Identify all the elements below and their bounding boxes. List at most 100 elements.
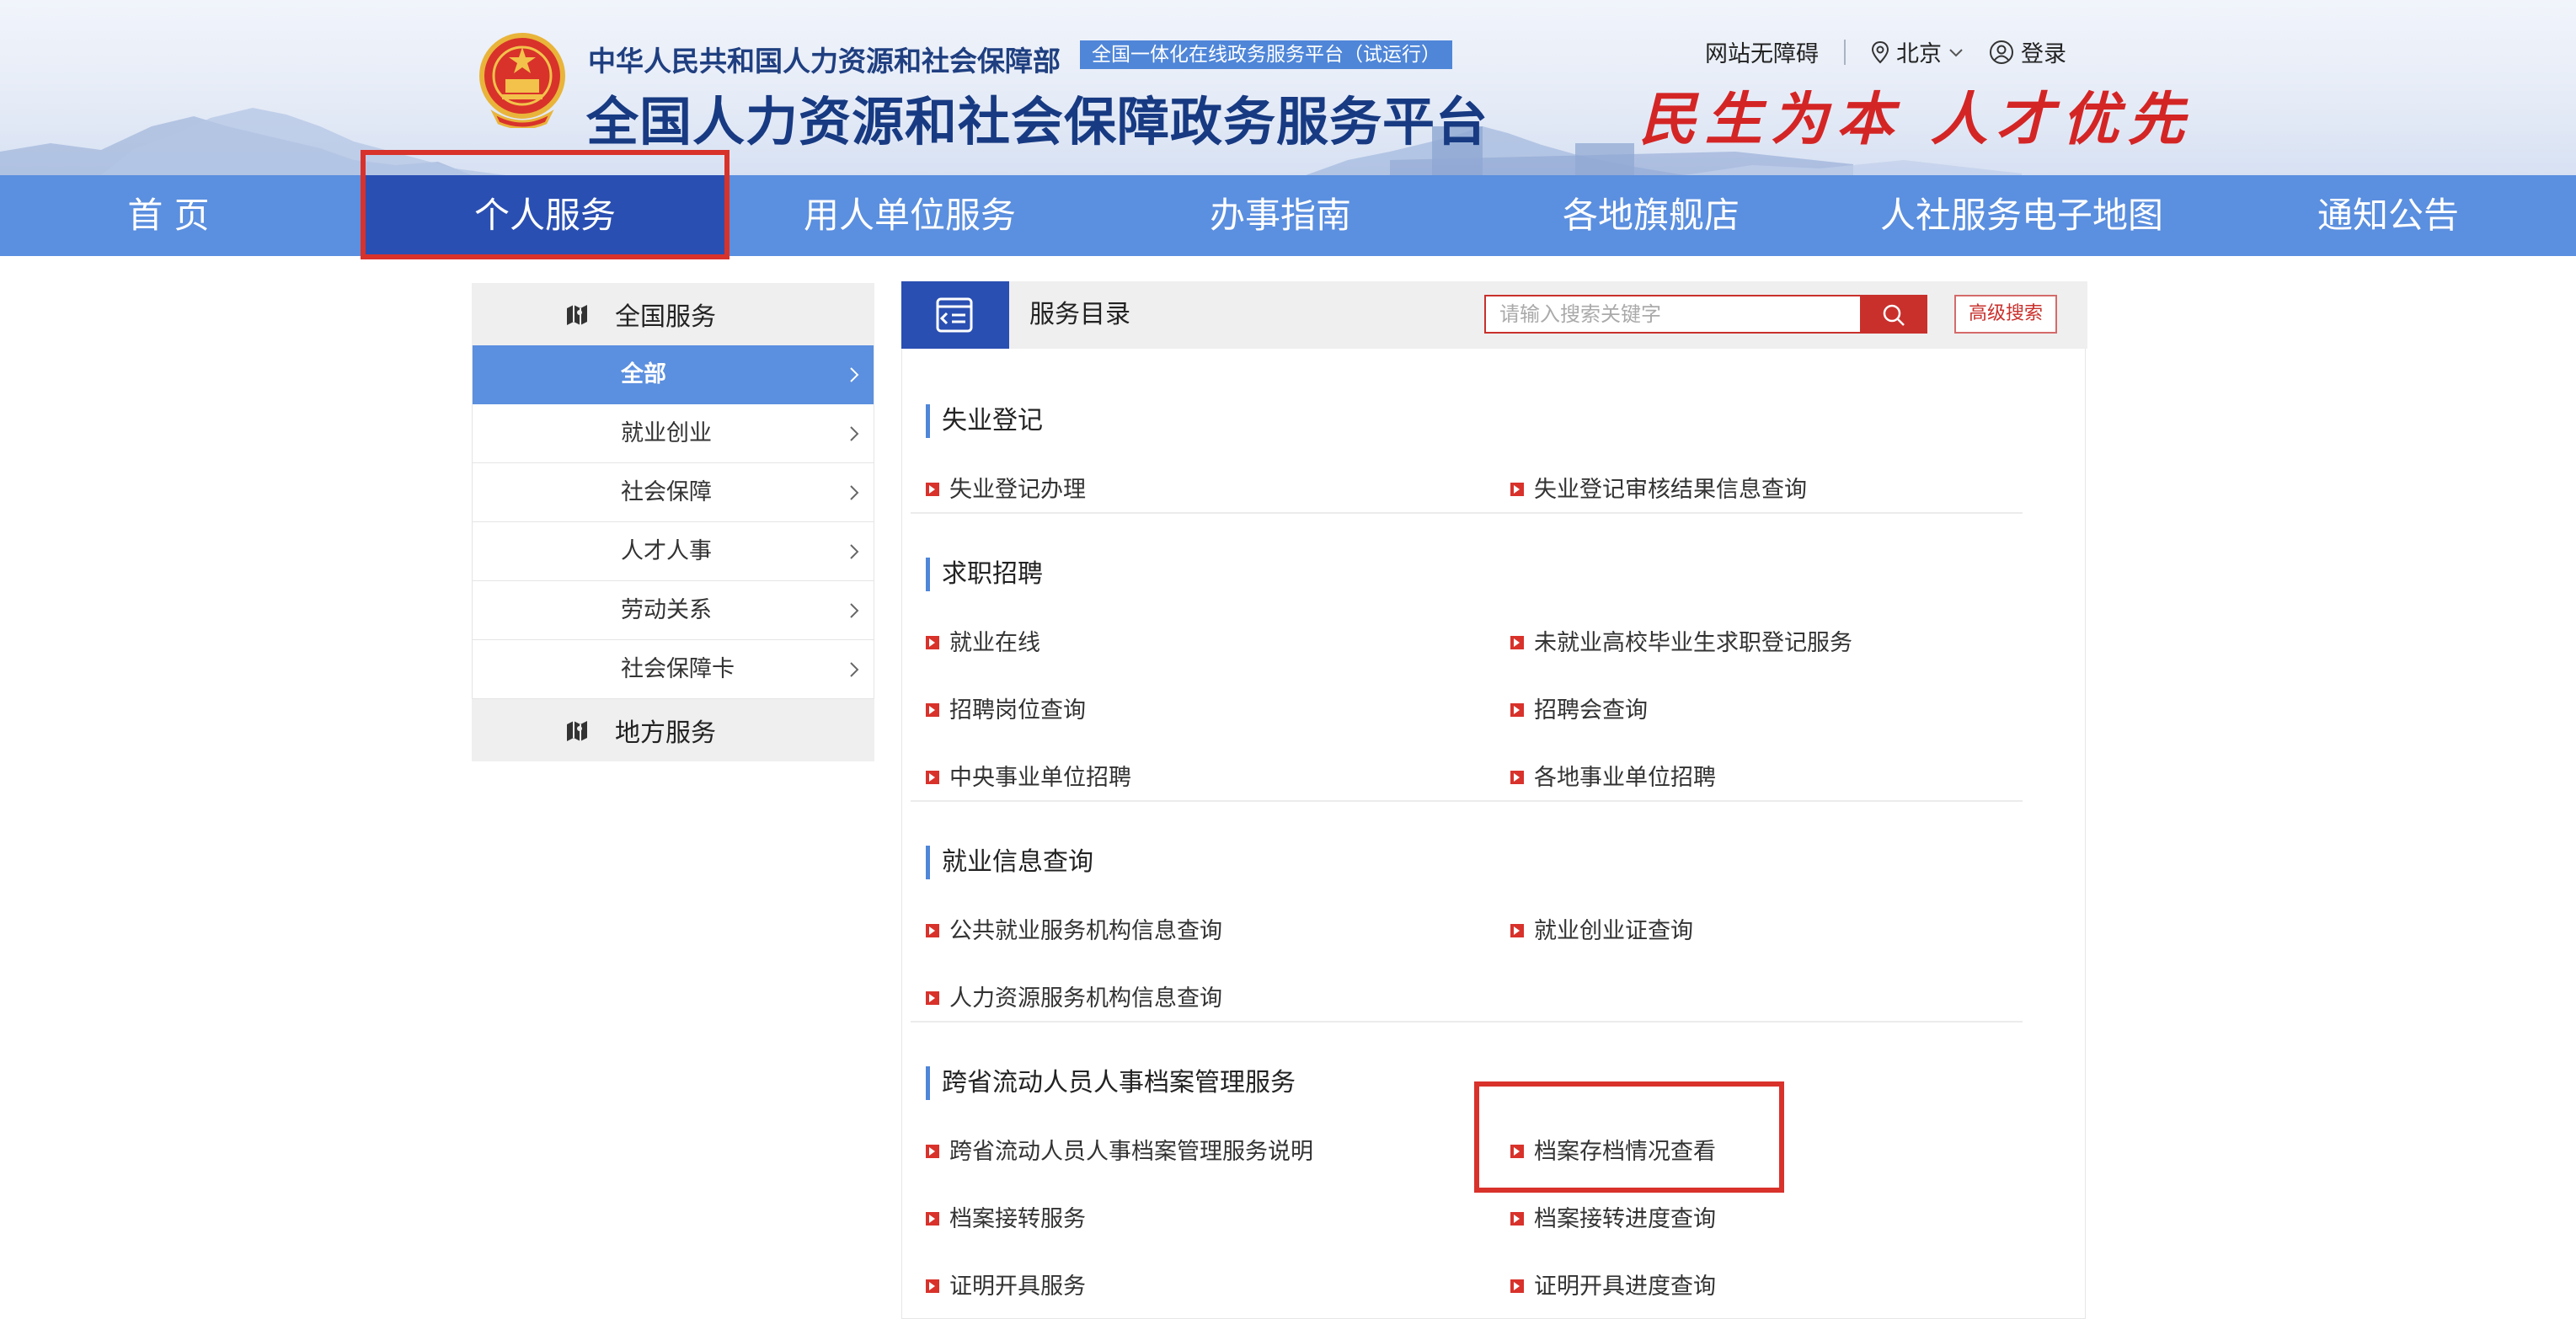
service-link[interactable]: 人力资源服务机构信息查询: [926, 982, 1222, 1016]
login-link[interactable]: 登录: [1989, 35, 2066, 68]
arrow-bullet-icon: [1510, 1145, 1524, 1158]
sidebar-national-label: 全国服务: [615, 302, 716, 332]
accessibility-link[interactable]: 网站无障碍: [1705, 35, 1819, 68]
map-icon: [567, 305, 587, 325]
main-navigation: 首 页 个人服务 用人单位服务 办事指南 各地旗舰店 人社服务电子地图 通知公告: [0, 175, 2576, 256]
platform-badge: 全国一体化在线政务服务平台（试运行）: [1080, 40, 1452, 69]
arrow-bullet-icon: [1510, 703, 1524, 717]
sidebar-item-talent-hr[interactable]: 人才人事: [473, 522, 874, 581]
map-icon: [567, 721, 587, 741]
divider: [1844, 39, 1846, 65]
section-divider: [911, 1021, 2023, 1023]
location-pin-icon: [1871, 40, 1889, 63]
sidebar-local-services-header[interactable]: 地方服务: [472, 699, 874, 761]
section-divider: [911, 512, 2023, 514]
service-link-label: 跨省流动人员人事档案管理服务说明: [949, 1139, 1313, 1165]
search-button[interactable]: [1860, 295, 1927, 334]
service-link-label: 失业登记审核结果信息查询: [1534, 477, 1807, 503]
section-title-personnel-archives: 跨省流动人员人事档案管理服务: [926, 1066, 1296, 1100]
chevron-right-icon: [850, 426, 859, 441]
service-catalog-panel: 服务目录 高级搜索 失业登记 失业登记办理 失业登记审核结果信息查询 求职招聘 …: [901, 281, 2087, 1319]
catalog-list-icon: [936, 297, 973, 333]
nav-item-home[interactable]: 首 页: [84, 175, 253, 256]
catalog-title: 服务目录: [1029, 300, 1130, 329]
service-link[interactable]: 未就业高校毕业生求职登记服务: [1510, 627, 1852, 660]
service-link[interactable]: 跨省流动人员人事档案管理服务说明: [926, 1135, 1313, 1169]
sidebar-item-social-security-card[interactable]: 社会保障卡: [473, 640, 874, 699]
service-link-archive-status[interactable]: 档案存档情况查看: [1510, 1135, 1716, 1169]
sidebar-item-label: 就业创业: [621, 420, 712, 446]
service-link[interactable]: 证明开具进度查询: [1510, 1270, 1716, 1304]
service-link-label: 公共就业服务机构信息查询: [949, 918, 1222, 944]
service-link-label: 招聘岗位查询: [949, 697, 1086, 724]
arrow-bullet-icon: [926, 703, 939, 717]
sidebar-national-services-header[interactable]: 全国服务: [472, 283, 874, 345]
slogan-calligraphy: 民生为本 人才优先: [1639, 86, 2194, 153]
accessibility-label: 网站无障碍: [1705, 41, 1819, 67]
service-link-label: 招聘会查询: [1534, 697, 1648, 724]
login-label: 登录: [2021, 41, 2066, 67]
service-link[interactable]: 失业登记办理: [926, 473, 1086, 507]
arrow-bullet-icon: [926, 1279, 939, 1293]
service-link[interactable]: 就业在线: [926, 627, 1040, 660]
service-sidebar: 全国服务 全部 就业创业 社会保障 人才人事 劳动关系 社会保障卡 地方服务: [472, 283, 874, 761]
service-link-label: 档案接转服务: [949, 1206, 1086, 1232]
service-link[interactable]: 证明开具服务: [926, 1270, 1086, 1304]
nav-item-regional-stores[interactable]: 各地旗舰店: [1516, 175, 1786, 256]
arrow-bullet-icon: [1510, 1212, 1524, 1226]
sidebar-item-label: 人才人事: [621, 538, 712, 564]
service-link-label: 失业登记办理: [949, 477, 1086, 503]
chevron-right-icon: [850, 367, 859, 382]
arrow-bullet-icon: [926, 636, 939, 649]
sidebar-category-list: 全部 就业创业 社会保障 人才人事 劳动关系 社会保障卡: [472, 345, 874, 699]
search-input[interactable]: [1484, 295, 1862, 334]
service-link[interactable]: 公共就业服务机构信息查询: [926, 915, 1222, 948]
arrow-bullet-icon: [1510, 771, 1524, 784]
ministry-name: 中华人民共和国人力资源和社会保障部: [588, 45, 1061, 77]
arrow-bullet-icon: [926, 483, 939, 496]
service-link-label: 人力资源服务机构信息查询: [949, 985, 1222, 1012]
sidebar-item-social-security[interactable]: 社会保障: [473, 463, 874, 522]
arrow-bullet-icon: [1510, 483, 1524, 496]
service-link[interactable]: 招聘岗位查询: [926, 694, 1086, 728]
sidebar-item-labor-relations[interactable]: 劳动关系: [473, 581, 874, 640]
service-link[interactable]: 档案接转进度查询: [1510, 1203, 1716, 1236]
national-emblem-logo: [479, 33, 565, 128]
arrow-bullet-icon: [1510, 924, 1524, 937]
sidebar-item-employment[interactable]: 就业创业: [473, 404, 874, 463]
service-link[interactable]: 各地事业单位招聘: [1510, 761, 1716, 795]
nav-item-notices[interactable]: 通知公告: [2274, 175, 2502, 256]
catalog-icon-container: [901, 281, 1009, 349]
sidebar-item-label: 社会保障卡: [621, 656, 735, 682]
arrow-bullet-icon: [926, 991, 939, 1005]
nav-item-guide[interactable]: 办事指南: [1162, 175, 1398, 256]
service-link-label: 未就业高校毕业生求职登记服务: [1534, 630, 1852, 656]
service-link[interactable]: 中央事业单位招聘: [926, 761, 1131, 795]
site-header: 中华人民共和国人力资源和社会保障部 全国一体化在线政务服务平台（试运行） 全国人…: [0, 0, 2576, 175]
nav-item-service-map[interactable]: 人社服务电子地图: [1862, 175, 2182, 256]
sidebar-item-label: 社会保障: [621, 479, 712, 505]
sidebar-item-label: 全部: [621, 361, 666, 387]
nav-item-personal-services[interactable]: 个人服务: [364, 175, 726, 256]
nav-item-employer-services[interactable]: 用人单位服务: [758, 175, 1061, 256]
arrow-bullet-icon: [926, 771, 939, 784]
chevron-right-icon: [850, 603, 859, 618]
location-selector[interactable]: 北京: [1871, 35, 1964, 68]
arrow-bullet-icon: [1510, 1279, 1524, 1293]
service-link[interactable]: 失业登记审核结果信息查询: [1510, 473, 1807, 507]
chevron-right-icon: [850, 544, 859, 559]
service-link[interactable]: 招聘会查询: [1510, 694, 1648, 728]
service-link[interactable]: 就业创业证查询: [1510, 915, 1693, 948]
catalog-header: 服务目录 高级搜索: [901, 281, 2087, 349]
service-link-label: 证明开具进度查询: [1534, 1274, 1716, 1300]
sidebar-item-all[interactable]: 全部: [473, 345, 874, 404]
user-icon: [1990, 40, 2013, 64]
site-title: 全国人力资源和社会保障政务服务平台: [586, 91, 1489, 152]
service-link[interactable]: 档案接转服务: [926, 1203, 1086, 1236]
chevron-right-icon: [850, 485, 859, 500]
arrow-bullet-icon: [926, 1145, 939, 1158]
arrow-bullet-icon: [926, 924, 939, 937]
section-title-job-seeking: 求职招聘: [926, 558, 1043, 591]
advanced-search-button[interactable]: 高级搜索: [1954, 295, 2057, 334]
location-label: 北京: [1896, 41, 1942, 67]
